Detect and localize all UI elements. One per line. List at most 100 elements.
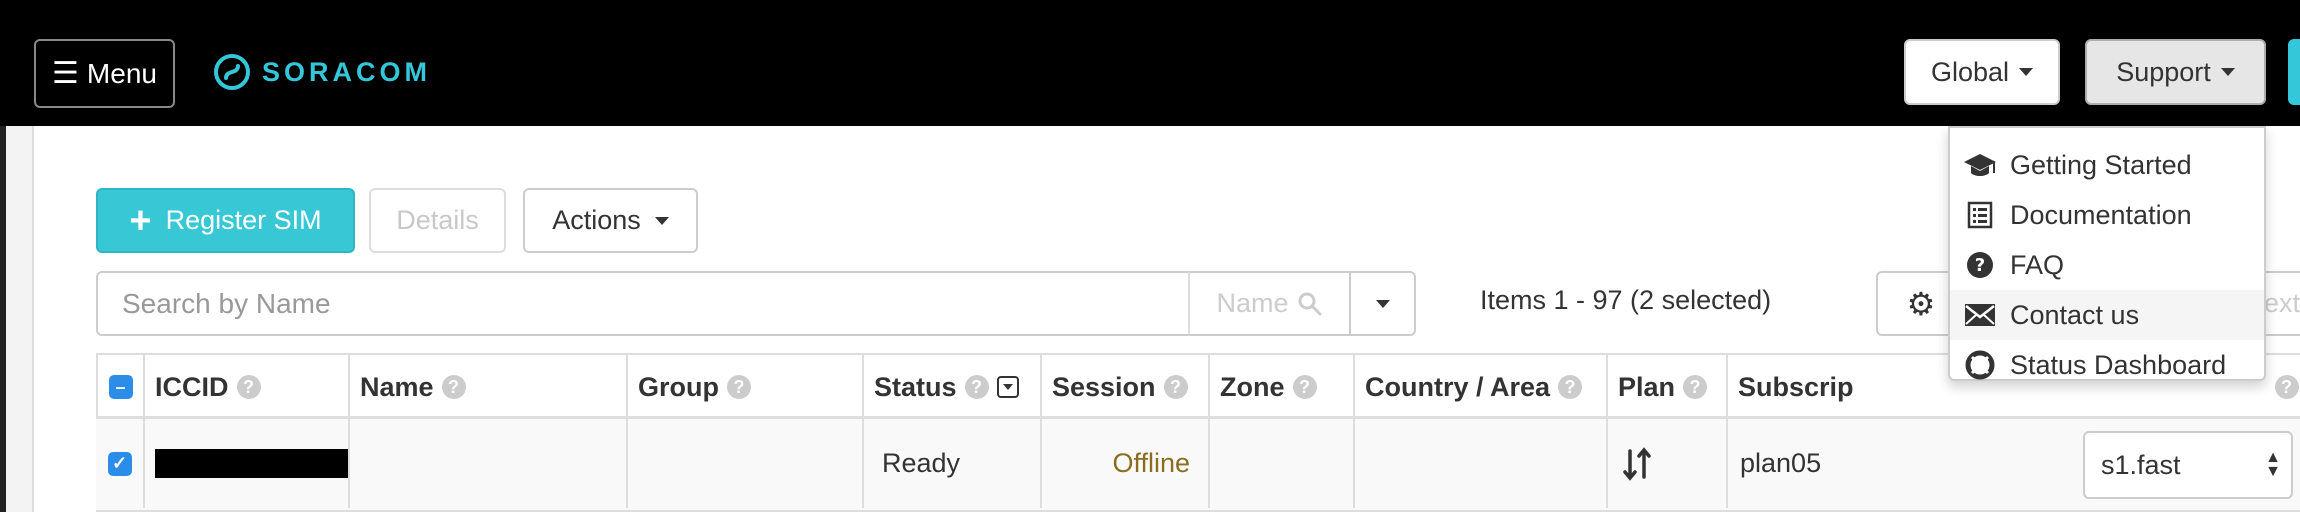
- row-checkbox[interactable]: ✓: [107, 451, 132, 476]
- menu-item-label: Getting Started: [2010, 149, 2192, 180]
- global-label: Global: [1930, 56, 2010, 87]
- menu-item-faq[interactable]: ? FAQ: [1950, 240, 2264, 290]
- menu-item-documentation[interactable]: Documentation: [1950, 190, 2264, 240]
- session-cell: Offline: [1040, 419, 1208, 508]
- left-rail-edge: [0, 126, 6, 512]
- search-icon: [1298, 292, 1322, 315]
- list-alt-icon: [1950, 201, 2010, 229]
- column-header-session[interactable]: Session ?: [1040, 355, 1208, 419]
- menu-item-label: Documentation: [2010, 199, 2192, 230]
- items-count: Items 1 - 97 (2 selected): [1480, 285, 1772, 315]
- details-label: Details: [396, 205, 479, 235]
- speed-class-value: s1.fast: [2101, 449, 2181, 480]
- console-page: ☰ Menu SORACOM Global Support + Register…: [0, 0, 2300, 512]
- top-navbar: ☰ Menu SORACOM Global Support: [0, 0, 2300, 126]
- brand-name: SORACOM: [262, 56, 431, 87]
- question-circle-icon: ?: [1950, 251, 2010, 279]
- support-menu: Getting Started Documentation ? FAQ Cont…: [1948, 126, 2266, 381]
- search-options-button[interactable]: [1349, 271, 1416, 336]
- menu-item-status-dashboard[interactable]: Status Dashboard: [1950, 340, 2264, 390]
- column-label: Plan: [1618, 371, 1676, 402]
- caret-down-icon: [654, 216, 669, 225]
- help-icon[interactable]: ?: [441, 375, 466, 399]
- column-label: Country / Area: [1365, 371, 1551, 402]
- soracom-logo-icon: [214, 54, 250, 90]
- status-value: Ready: [882, 448, 961, 478]
- caret-down-icon: [1375, 299, 1390, 308]
- menu-item-label: Contact us: [2010, 299, 2140, 330]
- actions-dropdown-button[interactable]: Actions: [523, 188, 698, 253]
- support-label: Support: [2116, 56, 2211, 87]
- column-header-help[interactable]: ?: [2273, 355, 2300, 419]
- life-ring-icon: [1950, 350, 2010, 380]
- subscription-value: plan05: [1740, 448, 1822, 478]
- navbar-edge-button[interactable]: [2288, 39, 2300, 105]
- select-arrows-icon: ▲ ▼: [2265, 449, 2281, 480]
- country-area-cell: [1353, 419, 1606, 508]
- group-cell: [626, 419, 862, 508]
- search-field-label: Name: [1216, 288, 1289, 318]
- redacted-iccid: [155, 449, 348, 478]
- select-all-checkbox-cell[interactable]: –: [96, 355, 143, 419]
- name-cell: [348, 419, 626, 508]
- status-cell: Ready: [862, 419, 1040, 508]
- table-row[interactable]: ✓ Ready Offline plan05: [96, 419, 2300, 512]
- column-label: Session: [1052, 371, 1156, 402]
- column-label: Zone: [1220, 371, 1285, 402]
- plan-cell: [1606, 419, 1726, 508]
- envelope-icon: [1950, 303, 2010, 327]
- gear-icon: ⚙: [1906, 285, 1936, 322]
- column-header-status[interactable]: Status ?: [862, 355, 1040, 419]
- help-icon[interactable]: ?: [727, 375, 751, 399]
- zone-cell: [1208, 419, 1353, 508]
- caret-down-icon: [2220, 68, 2235, 76]
- menu-item-contact-us[interactable]: Contact us: [1950, 290, 2264, 340]
- column-label: Status: [874, 371, 957, 402]
- iccid-cell: [143, 419, 348, 508]
- plus-icon: +: [129, 199, 152, 242]
- menu-button[interactable]: ☰ Menu: [34, 39, 175, 108]
- help-icon[interactable]: ?: [964, 375, 989, 399]
- menu-label: Menu: [86, 57, 157, 89]
- caret-down-icon: [2019, 68, 2034, 76]
- column-header-plan[interactable]: Plan ?: [1606, 355, 1726, 419]
- sort-arrows-icon: [1623, 446, 1651, 481]
- help-icon[interactable]: ?: [1163, 375, 1188, 399]
- register-sim-button[interactable]: + Register SIM: [96, 188, 355, 253]
- register-sim-label: Register SIM: [165, 205, 322, 235]
- help-icon[interactable]: ?: [1558, 375, 1583, 399]
- support-dropdown-button[interactable]: Support: [2085, 39, 2266, 105]
- soracom-logo[interactable]: SORACOM: [212, 52, 431, 92]
- column-header-country-area[interactable]: Country / Area ?: [1353, 355, 1606, 419]
- column-header-name[interactable]: Name ?: [348, 355, 626, 419]
- menu-item-label: FAQ: [2010, 249, 2065, 280]
- column-label: Group: [638, 371, 719, 402]
- help-icon[interactable]: ?: [1292, 375, 1317, 399]
- speed-class-select[interactable]: s1.fast ▲ ▼: [2083, 431, 2293, 499]
- search-placeholder: Search by Name: [122, 287, 331, 319]
- graduation-cap-icon: [1950, 151, 2010, 179]
- column-header-zone[interactable]: Zone ?: [1208, 355, 1353, 419]
- row-checkbox-cell[interactable]: ✓: [96, 419, 143, 508]
- details-button[interactable]: Details: [369, 188, 506, 253]
- search-field-selector[interactable]: Name: [1188, 271, 1351, 336]
- column-header-iccid[interactable]: ICCID ?: [143, 355, 348, 419]
- global-dropdown-button[interactable]: Global: [1904, 39, 2060, 105]
- select-all-checkbox[interactable]: –: [108, 375, 133, 399]
- help-icon[interactable]: ?: [1683, 375, 1708, 399]
- next-label: ext: [2264, 288, 2300, 318]
- column-label: Name: [360, 371, 434, 402]
- column-label: Subscrip: [1738, 371, 1854, 402]
- actions-label: Actions: [552, 205, 641, 235]
- menu-item-label: Status Dashboard: [2010, 349, 2227, 380]
- search-input[interactable]: Search by Name: [96, 271, 1190, 336]
- menu-item-getting-started[interactable]: Getting Started: [1950, 140, 2264, 190]
- help-icon[interactable]: ?: [236, 375, 261, 399]
- column-label: ICCID: [155, 371, 229, 402]
- column-header-subscription[interactable]: Subscrip: [1726, 355, 1966, 419]
- column-header-group[interactable]: Group ?: [626, 355, 862, 419]
- filter-icon[interactable]: [996, 376, 1019, 398]
- session-value: Offline: [1112, 448, 1190, 478]
- hamburger-icon: ☰: [52, 57, 79, 90]
- help-icon[interactable]: ?: [2274, 375, 2299, 399]
